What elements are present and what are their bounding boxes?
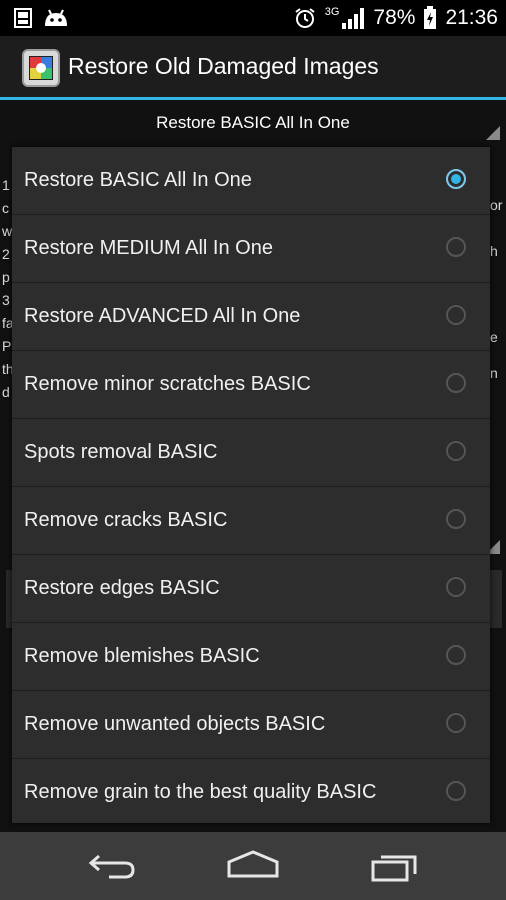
app-icon[interactable] xyxy=(22,49,60,87)
gallery-notification-icon xyxy=(14,8,32,28)
option-label: Restore ADVANCED All In One xyxy=(24,305,301,327)
radio-icon[interactable] xyxy=(446,305,466,325)
status-bar: 3G 78% 21:36 xyxy=(0,0,506,36)
dropdown-option[interactable]: Remove unwanted objects BASIC xyxy=(12,691,490,759)
dropdown-option[interactable]: Remove grain to the best quality BASIC xyxy=(12,759,490,823)
back-button[interactable] xyxy=(85,848,141,884)
option-label: Restore MEDIUM All In One xyxy=(24,237,273,259)
mode-spinner[interactable]: Restore BASIC All In One xyxy=(0,100,506,144)
dropdown-option[interactable]: Remove cracks BASIC xyxy=(12,487,490,555)
radio-icon[interactable] xyxy=(446,373,466,393)
dropdown-option[interactable]: Remove minor scratches BASIC xyxy=(12,351,490,419)
clock: 21:36 xyxy=(445,6,498,29)
android-notification-icon xyxy=(45,9,67,26)
recent-apps-button[interactable] xyxy=(365,848,421,884)
radio-selected-icon[interactable] xyxy=(446,169,466,189)
action-bar: Restore Old Damaged Images xyxy=(0,36,506,100)
radio-icon[interactable] xyxy=(446,441,466,461)
spinner-arrow-icon xyxy=(486,126,500,140)
option-label: Spots removal BASIC xyxy=(24,441,218,463)
radio-icon[interactable] xyxy=(446,509,466,529)
dropdown-option[interactable]: Restore edges BASIC xyxy=(12,555,490,623)
option-label: Restore edges BASIC xyxy=(24,577,220,599)
battery-percent: 78% xyxy=(373,6,416,29)
option-label: Remove minor scratches BASIC xyxy=(24,373,311,395)
network-type: 3G xyxy=(324,6,340,18)
radio-icon[interactable] xyxy=(446,781,466,801)
home-button[interactable] xyxy=(225,848,281,884)
radio-icon[interactable] xyxy=(446,645,466,665)
radio-icon[interactable] xyxy=(446,713,466,733)
dropdown-option[interactable]: Restore ADVANCED All In One xyxy=(12,283,490,351)
dropdown-option[interactable]: Restore BASIC All In One xyxy=(12,147,490,215)
dropdown-option[interactable]: Remove blemishes BASIC xyxy=(12,623,490,691)
home-icon xyxy=(227,850,279,878)
alarm-icon xyxy=(295,8,315,28)
option-label: Remove blemishes BASIC xyxy=(24,645,260,667)
radio-icon[interactable] xyxy=(446,577,466,597)
option-label: Remove cracks BASIC xyxy=(24,509,228,531)
battery-charging-icon xyxy=(424,6,437,29)
option-label: Restore BASIC All In One xyxy=(24,169,252,191)
background-text-right: or h e n xyxy=(490,197,503,381)
spinner-dropdown: Restore BASIC All In One Restore MEDIUM … xyxy=(12,147,490,823)
navigation-bar xyxy=(0,832,506,900)
option-label: Remove grain to the best quality BASIC xyxy=(24,781,377,803)
app-title: Restore Old Damaged Images xyxy=(68,53,379,79)
signal-icon xyxy=(342,8,365,29)
option-label: Remove unwanted objects BASIC xyxy=(24,713,326,735)
dropdown-option[interactable]: Restore MEDIUM All In One xyxy=(12,215,490,283)
back-icon xyxy=(88,854,135,879)
recent-apps-icon xyxy=(371,855,417,882)
spinner-selected-value: Restore BASIC All In One xyxy=(156,113,350,132)
radio-icon[interactable] xyxy=(446,237,466,257)
dropdown-option[interactable]: Spots removal BASIC xyxy=(12,419,490,487)
